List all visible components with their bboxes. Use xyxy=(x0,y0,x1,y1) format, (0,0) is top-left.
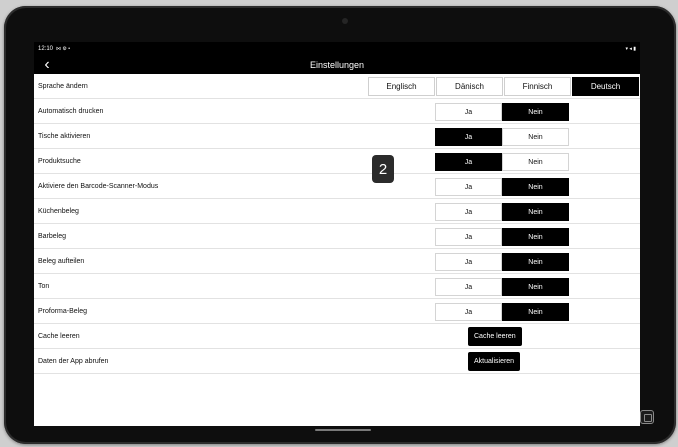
no-button[interactable]: Nein xyxy=(502,103,569,121)
no-button[interactable]: Nein xyxy=(502,228,569,246)
settings-row: Cache leeren Cache leeren xyxy=(34,324,640,349)
yes-no-toggle: Ja Nein xyxy=(435,153,569,171)
settings-row: Küchenbeleg Ja Nein xyxy=(34,199,640,224)
screenshot-icon[interactable] xyxy=(640,410,654,424)
no-button[interactable]: Nein xyxy=(502,203,569,221)
app-screen: 12:10 ⋈ ⚙ • ▾ ◂ ▮ ‹ Einstellungen Sprach… xyxy=(34,42,640,426)
yes-button[interactable]: Ja xyxy=(435,278,502,296)
yes-button[interactable]: Ja xyxy=(435,228,502,246)
yes-no-toggle: Ja Nein xyxy=(435,203,569,221)
yes-button[interactable]: Ja xyxy=(435,103,502,121)
status-icons-right: ▾ ◂ ▮ xyxy=(625,46,636,52)
row-label: Cache leeren xyxy=(38,332,80,340)
yes-no-toggle: Ja Nein xyxy=(435,303,569,321)
step-marker: 2 xyxy=(372,155,394,183)
no-button[interactable]: Nein xyxy=(502,278,569,296)
language-option-englisch[interactable]: Englisch xyxy=(368,77,435,96)
status-bar: 12:10 ⋈ ⚙ • ▾ ◂ ▮ xyxy=(34,42,640,56)
yes-button[interactable]: Ja xyxy=(435,253,502,271)
settings-row: Daten der App abrufen Aktualisieren xyxy=(34,349,640,374)
no-button[interactable]: Nein xyxy=(502,303,569,321)
settings-row: Aktiviere den Barcode-Scanner-Modus Ja Nei… xyxy=(34,174,640,199)
clear-cache-button[interactable]: Cache leeren xyxy=(468,327,522,346)
status-time: 12:10 xyxy=(38,46,54,52)
yes-no-toggle: Ja Nein xyxy=(435,253,569,271)
language-option-finnisch[interactable]: Finnisch xyxy=(504,77,571,96)
yes-no-toggle: Ja Nein xyxy=(435,228,569,246)
camera-icon xyxy=(342,18,348,24)
language-option-dänisch[interactable]: Dänisch xyxy=(436,77,503,96)
language-selector: Englisch Dänisch Finnisch Deutsch xyxy=(368,77,640,96)
app-bar: ‹ Einstellungen xyxy=(34,56,640,74)
refresh-button[interactable]: Aktualisieren xyxy=(468,352,521,371)
page-title: Einstellungen xyxy=(309,60,365,70)
settings-row: Barbeleg Ja Nein xyxy=(34,224,640,249)
yes-button[interactable]: Ja xyxy=(435,303,502,321)
settings-row: Automatisch drucken Ja Nein xyxy=(34,99,640,124)
yes-no-toggle: Ja Nein xyxy=(435,278,569,296)
yes-button[interactable]: Ja xyxy=(435,178,502,196)
settings-row: Proforma-Beleg Ja Nein xyxy=(34,299,640,324)
settings-row: Ton Ja Nein xyxy=(34,274,640,299)
no-button[interactable]: Nein xyxy=(502,153,569,171)
back-button[interactable]: ‹ xyxy=(40,56,54,74)
yes-button[interactable]: Ja xyxy=(435,128,502,146)
yes-no-toggle: Ja Nein xyxy=(435,103,569,121)
yes-button[interactable]: Ja xyxy=(435,153,502,171)
settings-row: Produktsuche Ja Nein xyxy=(34,149,640,174)
settings-row-language: Sprache ändern Englisch Dänisch Finnisch De… xyxy=(34,74,640,99)
tablet-frame: 12:10 ⋈ ⚙ • ▾ ◂ ▮ ‹ Einstellungen Sprach… xyxy=(4,6,676,444)
home-indicator[interactable] xyxy=(315,429,371,431)
yes-button[interactable]: Ja xyxy=(435,203,502,221)
no-button[interactable]: Nein xyxy=(502,253,569,271)
language-option-deutsch[interactable]: Deutsch xyxy=(572,77,639,96)
chevron-left-icon: ‹ xyxy=(44,56,50,73)
row-label: Daten der App abrufen xyxy=(38,357,109,365)
no-button[interactable]: Nein xyxy=(502,128,569,146)
yes-no-toggle: Ja Nein xyxy=(435,128,569,146)
settings-row: Beleg aufteilen Ja Nein xyxy=(34,249,640,274)
no-button[interactable]: Nein xyxy=(502,178,569,196)
yes-no-toggle: Ja Nein xyxy=(435,178,569,196)
status-icons-left: ⋈ ⚙ • xyxy=(56,46,71,52)
settings-list: Sprache ändern Englisch Dänisch Finnisch De… xyxy=(34,74,640,374)
settings-row: Tische aktivieren Ja Nein xyxy=(34,124,640,149)
